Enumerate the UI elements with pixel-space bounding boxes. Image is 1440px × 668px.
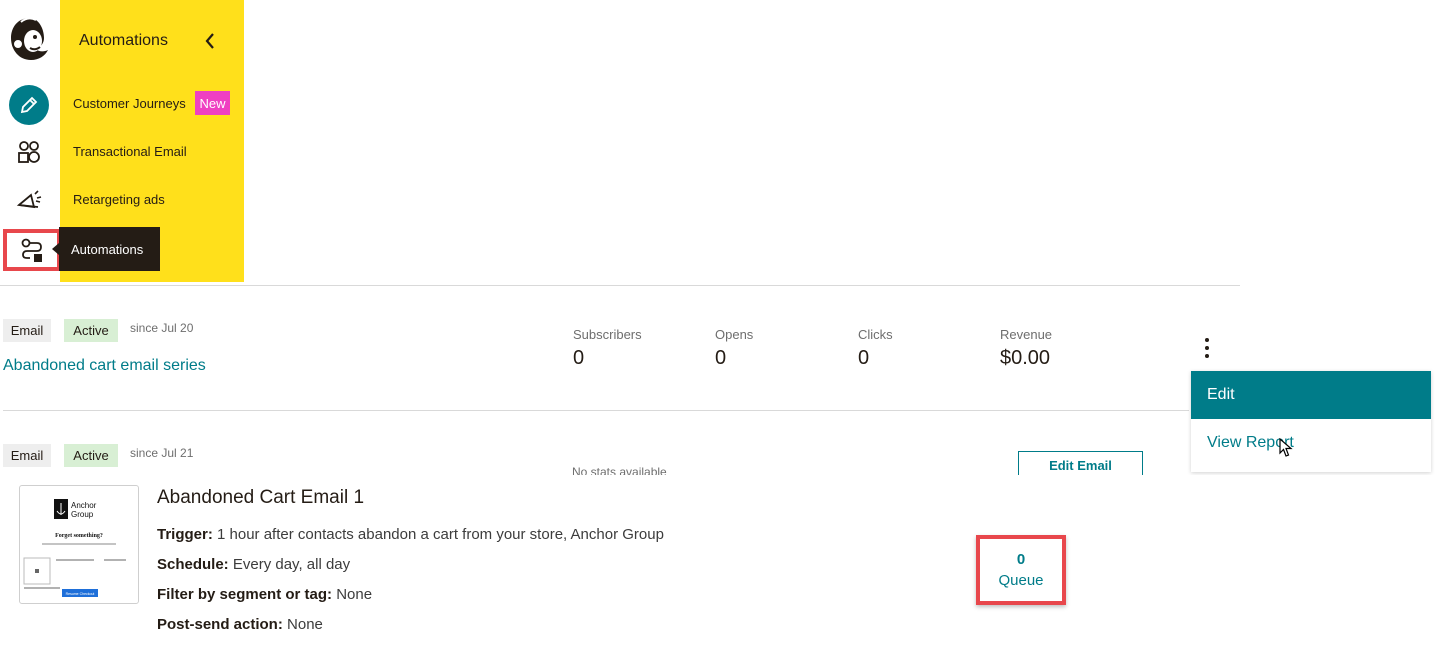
actions-dropdown: Edit View Report — [1191, 371, 1431, 472]
thumb-brand-sub: Group — [71, 510, 94, 519]
since-date: since Jul 20 — [130, 321, 194, 335]
flyout-item-customer-journeys[interactable]: Customer Journeys — [73, 96, 186, 111]
trigger-line: Trigger: 1 hour after contacts abandon a… — [157, 526, 664, 543]
stat-label-opens: Opens — [715, 327, 754, 342]
divider — [0, 285, 1240, 286]
mailchimp-logo-icon[interactable] — [6, 14, 54, 66]
automations-tooltip: Automations — [59, 227, 160, 271]
status-badge: Active — [64, 444, 118, 467]
thumb-heading: Forget something? — [55, 533, 103, 539]
campaigns-megaphone-icon[interactable] — [9, 180, 49, 220]
flyout-item-retargeting-ads[interactable]: Retargeting ads — [73, 192, 165, 207]
post-send-label: Post-send action: — [157, 616, 283, 633]
tooltip-arrow — [52, 243, 59, 255]
stat-label-clicks: Clicks — [858, 327, 893, 342]
audience-icon[interactable] — [9, 132, 49, 172]
post-send-value: None — [287, 616, 323, 633]
post-send-line: Post-send action: None — [157, 616, 323, 633]
schedule-value: Every day, all day — [232, 556, 351, 573]
edit-email-button[interactable]: Edit Email — [1018, 451, 1143, 475]
stat-value-opens: 0 — [715, 347, 727, 369]
schedule-line: Schedule: Every day, all day — [157, 556, 350, 573]
type-tag: Email — [3, 444, 51, 467]
thumb-button: Resume Checkout — [66, 592, 95, 596]
queue-link[interactable]: 0 Queue — [976, 535, 1066, 605]
trigger-value: 1 hour after contacts abandon a cart fro… — [217, 526, 664, 543]
no-stats-text: No stats available — [572, 465, 667, 475]
thumb-brand: Anchor — [71, 501, 97, 510]
automations-flow-icon — [21, 238, 42, 262]
filter-line: Filter by segment or tag: None — [157, 586, 372, 603]
flyout-item-transactional-email[interactable]: Transactional Email — [73, 144, 187, 159]
divider — [3, 410, 1189, 411]
chevron-left-icon[interactable] — [200, 30, 220, 52]
stat-value-revenue: $0.00 — [1000, 347, 1051, 369]
new-badge: New — [195, 91, 230, 115]
more-options-icon[interactable] — [1196, 335, 1218, 361]
flyout-title: Automations — [79, 32, 168, 49]
schedule-label: Schedule: — [157, 556, 229, 573]
queue-count: 0 — [1016, 551, 1026, 568]
email-detail-panel: Anchor Group Forget something? Resume Ch… — [0, 475, 1440, 668]
since-date: since Jul 21 — [130, 446, 194, 460]
queue-label: Queue — [998, 572, 1044, 589]
mouse-pointer-icon — [1279, 437, 1293, 458]
create-pencil-icon[interactable] — [9, 85, 49, 125]
filter-label: Filter by segment or tag: — [157, 586, 333, 603]
email-preview-thumbnail[interactable]: Anchor Group Forget something? Resume Ch… — [19, 485, 139, 604]
status-badge: Active — [64, 319, 118, 342]
type-tag: Email — [3, 319, 51, 342]
filter-value: None — [336, 586, 373, 603]
menu-item-edit[interactable]: Edit — [1191, 371, 1431, 419]
email-title: Abandoned Cart Email 1 — [157, 487, 365, 508]
nav-rail — [0, 0, 61, 285]
stat-label-subscribers: Subscribers — [573, 327, 642, 342]
automation-title-link[interactable]: Abandoned cart email series — [3, 357, 206, 375]
trigger-label: Trigger: — [157, 526, 213, 543]
stat-label-revenue: Revenue — [1000, 327, 1053, 342]
stat-value-subscribers: 0 — [573, 347, 585, 369]
stat-value-clicks: 0 — [858, 347, 870, 369]
